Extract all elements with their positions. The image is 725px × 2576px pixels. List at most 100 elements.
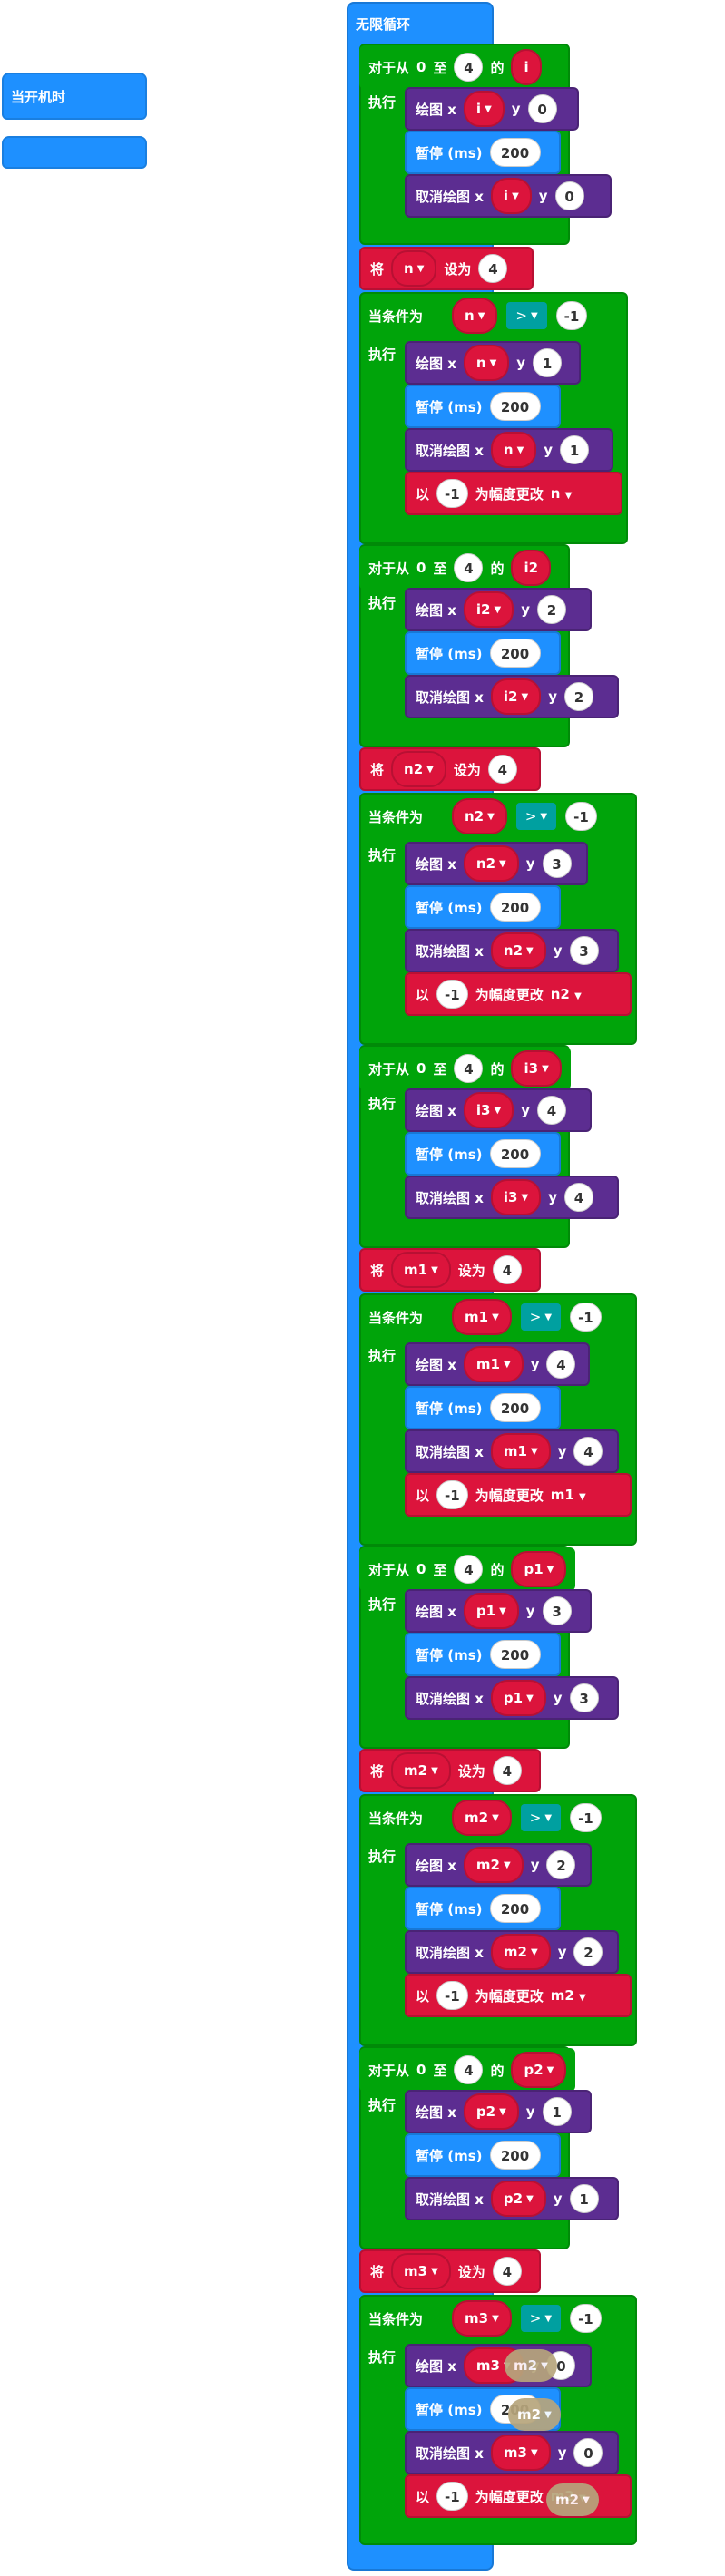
set-var-m2[interactable]: m2 ▼ bbox=[391, 1752, 451, 1789]
plot-x-var[interactable]: n2 ▼ bbox=[463, 845, 519, 882]
on-start-block[interactable]: 当开机时 bbox=[2, 73, 147, 120]
for-end-input[interactable]: 4 bbox=[454, 53, 484, 82]
compare-operator[interactable]: > ▼ bbox=[516, 803, 556, 830]
pause-input[interactable]: 200 bbox=[489, 392, 541, 421]
compare-left-var[interactable]: m1 ▼ bbox=[452, 1299, 512, 1335]
drag-ghost-variable[interactable]: m2 ▼ bbox=[508, 2398, 561, 2431]
plot-block[interactable]: 绘图 x i2 ▼ y 2 bbox=[405, 588, 592, 631]
set-value-input[interactable]: 4 bbox=[492, 2257, 522, 2286]
set-var-n2[interactable]: n2 ▼ bbox=[391, 751, 446, 787]
unplot-y-input[interactable]: 4 bbox=[563, 1183, 593, 1212]
pause-input[interactable]: 200 bbox=[489, 893, 541, 922]
unplot-block[interactable]: 取消绘图 x m1 ▼ y 4 bbox=[405, 1429, 619, 1473]
pause-block[interactable]: 暂停 (ms) 200 bbox=[405, 631, 561, 675]
unplot-block[interactable]: 取消绘图 x i2 ▼ y 2 bbox=[405, 675, 619, 718]
compare-right-input[interactable]: -1 bbox=[565, 802, 597, 831]
unplot-y-input[interactable]: 2 bbox=[573, 1937, 603, 1966]
unplot-block[interactable]: 取消绘图 x n2 ▼ y 3 bbox=[405, 929, 619, 972]
unplot-x-var[interactable]: i2 ▼ bbox=[490, 678, 542, 715]
unplot-block[interactable]: 取消绘图 x n ▼ y 1 bbox=[405, 428, 613, 472]
unplot-y-input[interactable]: 3 bbox=[569, 1683, 599, 1712]
plot-block[interactable]: 绘图 x m3▼ y 0 bbox=[405, 2344, 592, 2387]
plot-y-input[interactable]: 4 bbox=[536, 1096, 566, 1125]
pause-block[interactable]: 暂停 (ms) 200 bbox=[405, 885, 561, 929]
compare-right-input[interactable]: -1 bbox=[570, 1303, 602, 1332]
compare-operator[interactable]: > ▼ bbox=[521, 1303, 561, 1331]
compare-left-var[interactable]: n ▼ bbox=[452, 298, 497, 334]
compare-condition[interactable]: m3 ▼ > ▼ -1 bbox=[439, 2298, 614, 2338]
unplot-x-var[interactable]: m2 ▼ bbox=[490, 1934, 551, 1970]
unplot-block[interactable]: 取消绘图 x i ▼ y 0 bbox=[405, 174, 612, 218]
plot-y-input[interactable]: 1 bbox=[533, 348, 563, 377]
compare-right-input[interactable]: -1 bbox=[570, 1803, 602, 1832]
pause-block[interactable]: 暂停 (ms) 200 bbox=[405, 2133, 561, 2177]
unplot-x-var[interactable]: i3 ▼ bbox=[490, 1179, 542, 1215]
plot-y-input[interactable]: 2 bbox=[536, 595, 566, 624]
pause-input[interactable]: 200 bbox=[489, 639, 541, 668]
for-end-input[interactable]: 4 bbox=[454, 1054, 484, 1083]
for-variable-p2[interactable]: p2 ▼ bbox=[511, 2052, 567, 2088]
pause-block[interactable]: 暂停 (ms) 200 bbox=[405, 131, 561, 174]
for-variable-i3[interactable]: i3 ▼ bbox=[511, 1050, 562, 1087]
plot-x-var[interactable]: i2 ▼ bbox=[463, 591, 514, 628]
change-by-input[interactable]: -1 bbox=[436, 1981, 468, 2010]
compare-left-var[interactable]: m3 ▼ bbox=[452, 2300, 512, 2337]
on-start-block-footer[interactable] bbox=[2, 136, 147, 169]
change-by-block[interactable]: 以 -1 为幅度更改 n ▼ bbox=[405, 472, 622, 515]
plot-block[interactable]: 绘图 x m2 ▼ y 2 bbox=[405, 1843, 592, 1887]
unplot-block[interactable]: 取消绘图 x m3 ▼ y 0 bbox=[405, 2431, 619, 2474]
pause-input[interactable]: 200 bbox=[489, 1393, 541, 1422]
unplot-x-var[interactable]: m3 ▼ bbox=[490, 2435, 551, 2471]
for-variable-i[interactable]: i bbox=[511, 49, 542, 85]
unplot-x-var[interactable]: p1 ▼ bbox=[490, 1680, 546, 1716]
unplot-block[interactable]: 取消绘图 x p1 ▼ y 3 bbox=[405, 1676, 619, 1720]
compare-operator[interactable]: > ▼ bbox=[521, 2305, 561, 2332]
set-var-n[interactable]: n ▼ bbox=[391, 250, 437, 287]
pause-block[interactable]: 暂停 (ms) 200 bbox=[405, 1132, 561, 1176]
for-variable-i2[interactable]: i2 bbox=[511, 550, 552, 586]
plot-y-input[interactable]: 2 bbox=[546, 1850, 576, 1879]
for-end-input[interactable]: 4 bbox=[454, 553, 484, 582]
compare-condition[interactable]: m2 ▼ > ▼ -1 bbox=[439, 1798, 614, 1838]
set-value-input[interactable]: 4 bbox=[492, 1255, 522, 1284]
plot-block[interactable]: 绘图 x i ▼ y 0 bbox=[405, 87, 579, 131]
plot-y-input[interactable]: 4 bbox=[546, 1350, 576, 1379]
unplot-y-input[interactable]: 1 bbox=[569, 2184, 599, 2213]
unplot-y-input[interactable]: 2 bbox=[563, 682, 593, 711]
plot-x-var[interactable]: m1 ▼ bbox=[463, 1346, 524, 1382]
plot-x-var[interactable]: n ▼ bbox=[463, 345, 510, 381]
unplot-x-var[interactable]: m1 ▼ bbox=[490, 1433, 551, 1469]
unplot-x-var[interactable]: i ▼ bbox=[490, 178, 532, 214]
unplot-y-input[interactable]: 1 bbox=[560, 435, 590, 464]
plot-y-input[interactable]: 0 bbox=[527, 94, 557, 123]
for-end-input[interactable]: 4 bbox=[454, 2055, 484, 2084]
pause-input[interactable]: 200 bbox=[489, 2141, 541, 2170]
compare-operator[interactable]: > ▼ bbox=[521, 1804, 561, 1831]
set-value-input[interactable]: 4 bbox=[478, 254, 508, 283]
unplot-block[interactable]: 取消绘图 x i3 ▼ y 4 bbox=[405, 1176, 619, 1219]
plot-x-var[interactable]: i3 ▼ bbox=[463, 1092, 514, 1128]
change-by-input[interactable]: -1 bbox=[436, 2482, 468, 2511]
set-variable-block[interactable]: 将 m3 ▼ 设为 4 bbox=[359, 2249, 541, 2293]
pause-input[interactable]: 200 bbox=[489, 1139, 541, 1168]
plot-x-var[interactable]: i ▼ bbox=[463, 91, 505, 127]
compare-left-var[interactable]: n2 ▼ bbox=[452, 798, 507, 834]
change-var[interactable]: n ▼ bbox=[551, 485, 573, 502]
unplot-y-input[interactable]: 3 bbox=[569, 936, 599, 965]
pause-block[interactable]: 暂停 (ms) 200 bbox=[405, 385, 561, 428]
pause-input[interactable]: 200 bbox=[489, 1894, 541, 1923]
change-var[interactable]: n2 ▼ bbox=[551, 986, 582, 1002]
pause-block[interactable]: 暂停 (ms) 200 bbox=[405, 1633, 561, 1676]
unplot-y-input[interactable]: 0 bbox=[573, 2438, 603, 2467]
pause-block[interactable]: 暂停 (ms) 200 bbox=[405, 1386, 561, 1429]
pause-input[interactable]: 200 bbox=[489, 1640, 541, 1669]
unplot-x-var[interactable]: p2 ▼ bbox=[490, 2181, 546, 2217]
plot-block[interactable]: 绘图 x n2 ▼ y 3 bbox=[405, 842, 588, 885]
change-by-input[interactable]: -1 bbox=[436, 980, 468, 1009]
unplot-y-input[interactable]: 4 bbox=[573, 1437, 603, 1466]
compare-right-input[interactable]: -1 bbox=[556, 301, 588, 330]
plot-x-var[interactable]: p1 ▼ bbox=[463, 1593, 519, 1629]
change-var[interactable]: m1 ▼ bbox=[551, 1487, 586, 1503]
set-var-m1[interactable]: m1 ▼ bbox=[391, 1252, 451, 1288]
plot-x-var[interactable]: p2 ▼ bbox=[463, 2093, 519, 2130]
